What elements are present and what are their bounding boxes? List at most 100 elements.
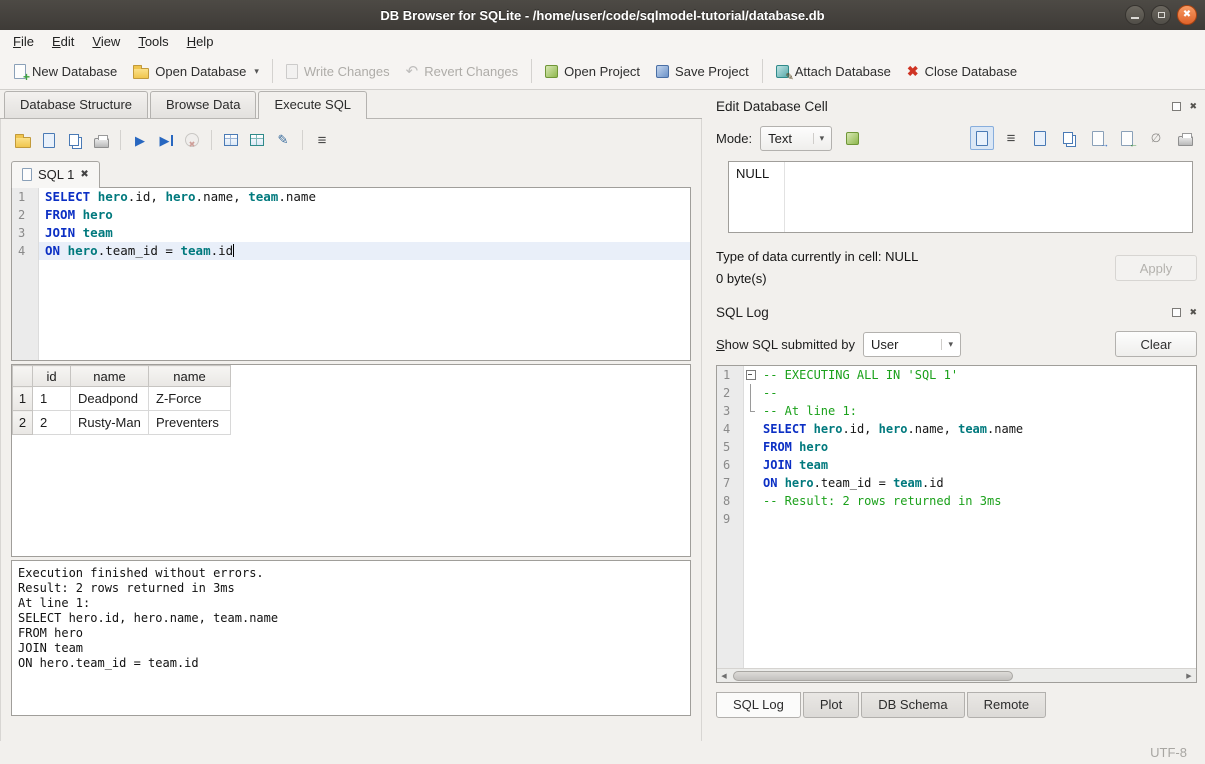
menu-file[interactable]: File <box>4 32 43 51</box>
attach-database-button[interactable]: ✎ Attach Database <box>768 60 899 83</box>
text-caret <box>233 244 234 257</box>
close-sql-tab-icon[interactable]: ✖ <box>80 169 88 180</box>
open-project-button[interactable]: Open Project <box>537 60 648 83</box>
fold-guide <box>744 492 757 510</box>
code-line[interactable]: JOIN team <box>744 456 1196 474</box>
tab-db-schema[interactable]: DB Schema <box>861 692 964 718</box>
float-panel-icon[interactable] <box>1172 102 1181 111</box>
table-row[interactable]: 2 2 Rusty-Man Preventers <box>13 411 231 435</box>
code-line[interactable]: ON hero.team_id = team.id <box>744 474 1196 492</box>
scroll-right-icon[interactable]: ▶ <box>1182 672 1196 680</box>
tab-sql-log[interactable]: SQL Log <box>716 692 801 718</box>
code-line[interactable]: ON hero.team_id = team.id <box>39 242 690 260</box>
sql-log-view[interactable]: 123456789-- EXECUTING ALL IN 'SQL 1'----… <box>716 365 1197 683</box>
export-results-button[interactable] <box>219 128 243 152</box>
code-line[interactable]: -- At line 1: <box>744 402 1196 420</box>
stop-icon: ✖ <box>185 133 199 147</box>
float-panel-icon[interactable] <box>1172 308 1181 317</box>
scrollbar-track[interactable] <box>731 669 1182 683</box>
menu-view[interactable]: View <box>83 32 129 51</box>
import-cell-file-button[interactable] <box>1115 126 1139 150</box>
sql-log-lines: 123456789-- EXECUTING ALL IN 'SQL 1'----… <box>717 366 1196 668</box>
code-line[interactable] <box>744 510 1196 528</box>
fold-collapse-icon[interactable] <box>744 366 757 384</box>
submitter-select[interactable]: User ▾ <box>863 332 961 357</box>
apply-button[interactable]: Apply <box>1115 255 1197 281</box>
scrollbar-thumb[interactable] <box>733 671 1013 681</box>
print-icon <box>94 138 109 148</box>
close-window-button[interactable]: ✖ <box>1177 5 1197 25</box>
print-cell-button[interactable] <box>1173 126 1197 150</box>
save-sql-file-button[interactable] <box>37 128 61 152</box>
import-cell-data-button[interactable] <box>840 126 864 150</box>
main-content: Database Structure Browse Data Execute S… <box>0 90 1205 741</box>
code-line[interactable]: JOIN team <box>39 224 690 242</box>
code-line[interactable]: -- EXECUTING ALL IN 'SQL 1' <box>744 366 1196 384</box>
results-column-hero-name[interactable]: name <box>71 366 149 387</box>
code-line[interactable]: FROM hero <box>744 438 1196 456</box>
code-line[interactable]: SELECT hero.id, hero.name, team.name <box>39 188 690 206</box>
code-line[interactable]: FROM hero <box>39 206 690 224</box>
menu-help[interactable]: Help <box>178 32 223 51</box>
code-line[interactable]: -- <box>744 384 1196 402</box>
menu-edit[interactable]: Edit <box>43 32 83 51</box>
results-column-id[interactable]: id <box>33 366 71 387</box>
text-view-toggle[interactable] <box>970 126 994 150</box>
execution-message[interactable]: Execution finished without errors. Resul… <box>11 560 691 716</box>
titlebar[interactable]: DB Browser for SQLite - /home/user/code/… <box>0 0 1205 30</box>
cell[interactable]: Z-Force <box>149 387 231 411</box>
set-null-button[interactable]: ∅ <box>1144 126 1168 150</box>
sql-tab[interactable]: SQL 1 ✖ <box>11 161 100 188</box>
close-panel-icon[interactable]: ✖ <box>1189 308 1197 317</box>
cell[interactable]: 2 <box>33 411 71 435</box>
save-results-view-button[interactable] <box>245 128 269 152</box>
copy-cell-button[interactable] <box>1057 126 1081 150</box>
cell[interactable]: Preventers <box>149 411 231 435</box>
print-button[interactable] <box>89 128 113 152</box>
tab-execute-sql[interactable]: Execute SQL <box>258 91 367 119</box>
tab-remote[interactable]: Remote <box>967 692 1047 718</box>
tab-database-structure[interactable]: Database Structure <box>4 91 148 118</box>
code-area[interactable]: -- EXECUTING ALL IN 'SQL 1'---- At line … <box>744 366 1196 668</box>
maximize-button[interactable] <box>1151 5 1171 25</box>
save-project-button[interactable]: Save Project <box>648 60 757 83</box>
cell-editor[interactable]: NULL <box>728 161 1193 233</box>
tab-plot[interactable]: Plot <box>803 692 859 718</box>
open-database-dropdown-icon[interactable]: ▾ <box>254 66 259 77</box>
cell[interactable]: Rusty-Man <box>71 411 149 435</box>
cell[interactable]: 1 <box>33 387 71 411</box>
code-line[interactable]: SELECT hero.id, hero.name, team.name <box>744 420 1196 438</box>
results-corner-cell[interactable] <box>13 366 33 387</box>
results-column-team-name[interactable]: name <box>149 366 231 387</box>
save-sql-as-button[interactable] <box>63 128 87 152</box>
tab-browse-data[interactable]: Browse Data <box>150 91 256 118</box>
open-cell-file-button[interactable] <box>1028 126 1052 150</box>
new-database-button[interactable]: New Database <box>6 60 125 83</box>
minimize-button[interactable] <box>1125 5 1145 25</box>
row-header[interactable]: 2 <box>13 411 33 435</box>
word-wrap-button[interactable]: ≡ <box>999 126 1023 150</box>
open-sql-file-button[interactable] <box>11 128 35 152</box>
sql-editor[interactable]: 1234SELECT hero.id, hero.name, team.name… <box>11 187 691 361</box>
close-database-button[interactable]: ✖ Close Database <box>899 60 1025 83</box>
horizontal-scrollbar[interactable]: ◀ ▶ <box>717 668 1196 682</box>
find-replace-button[interactable]: ✎ <box>271 128 295 152</box>
clear-log-button[interactable]: Clear <box>1115 331 1197 357</box>
row-header[interactable]: 1 <box>13 387 33 411</box>
format-sql-button[interactable]: ≡ <box>310 128 334 152</box>
table-row[interactable]: 1 1 Deadpond Z-Force <box>13 387 231 411</box>
import-cell-file-icon <box>1121 131 1133 146</box>
execute-line-button[interactable]: ▶ <box>154 128 178 152</box>
maximize-icon <box>1158 12 1165 18</box>
scroll-left-icon[interactable]: ◀ <box>717 672 731 680</box>
export-cell-button[interactable] <box>1086 126 1110 150</box>
main-toolbar: New Database Open Database ▾ Write Chang… <box>0 53 1205 90</box>
execute-all-button[interactable]: ▶ <box>128 128 152 152</box>
code-area[interactable]: SELECT hero.id, hero.name, team.nameFROM… <box>39 188 690 360</box>
cell[interactable]: Deadpond <box>71 387 149 411</box>
open-database-button[interactable]: Open Database ▾ <box>125 60 267 83</box>
code-line[interactable]: -- Result: 2 rows returned in 3ms <box>744 492 1196 510</box>
menu-tools[interactable]: Tools <box>129 32 177 51</box>
mode-select[interactable]: Text ▾ <box>760 126 832 151</box>
close-panel-icon[interactable]: ✖ <box>1189 102 1197 111</box>
